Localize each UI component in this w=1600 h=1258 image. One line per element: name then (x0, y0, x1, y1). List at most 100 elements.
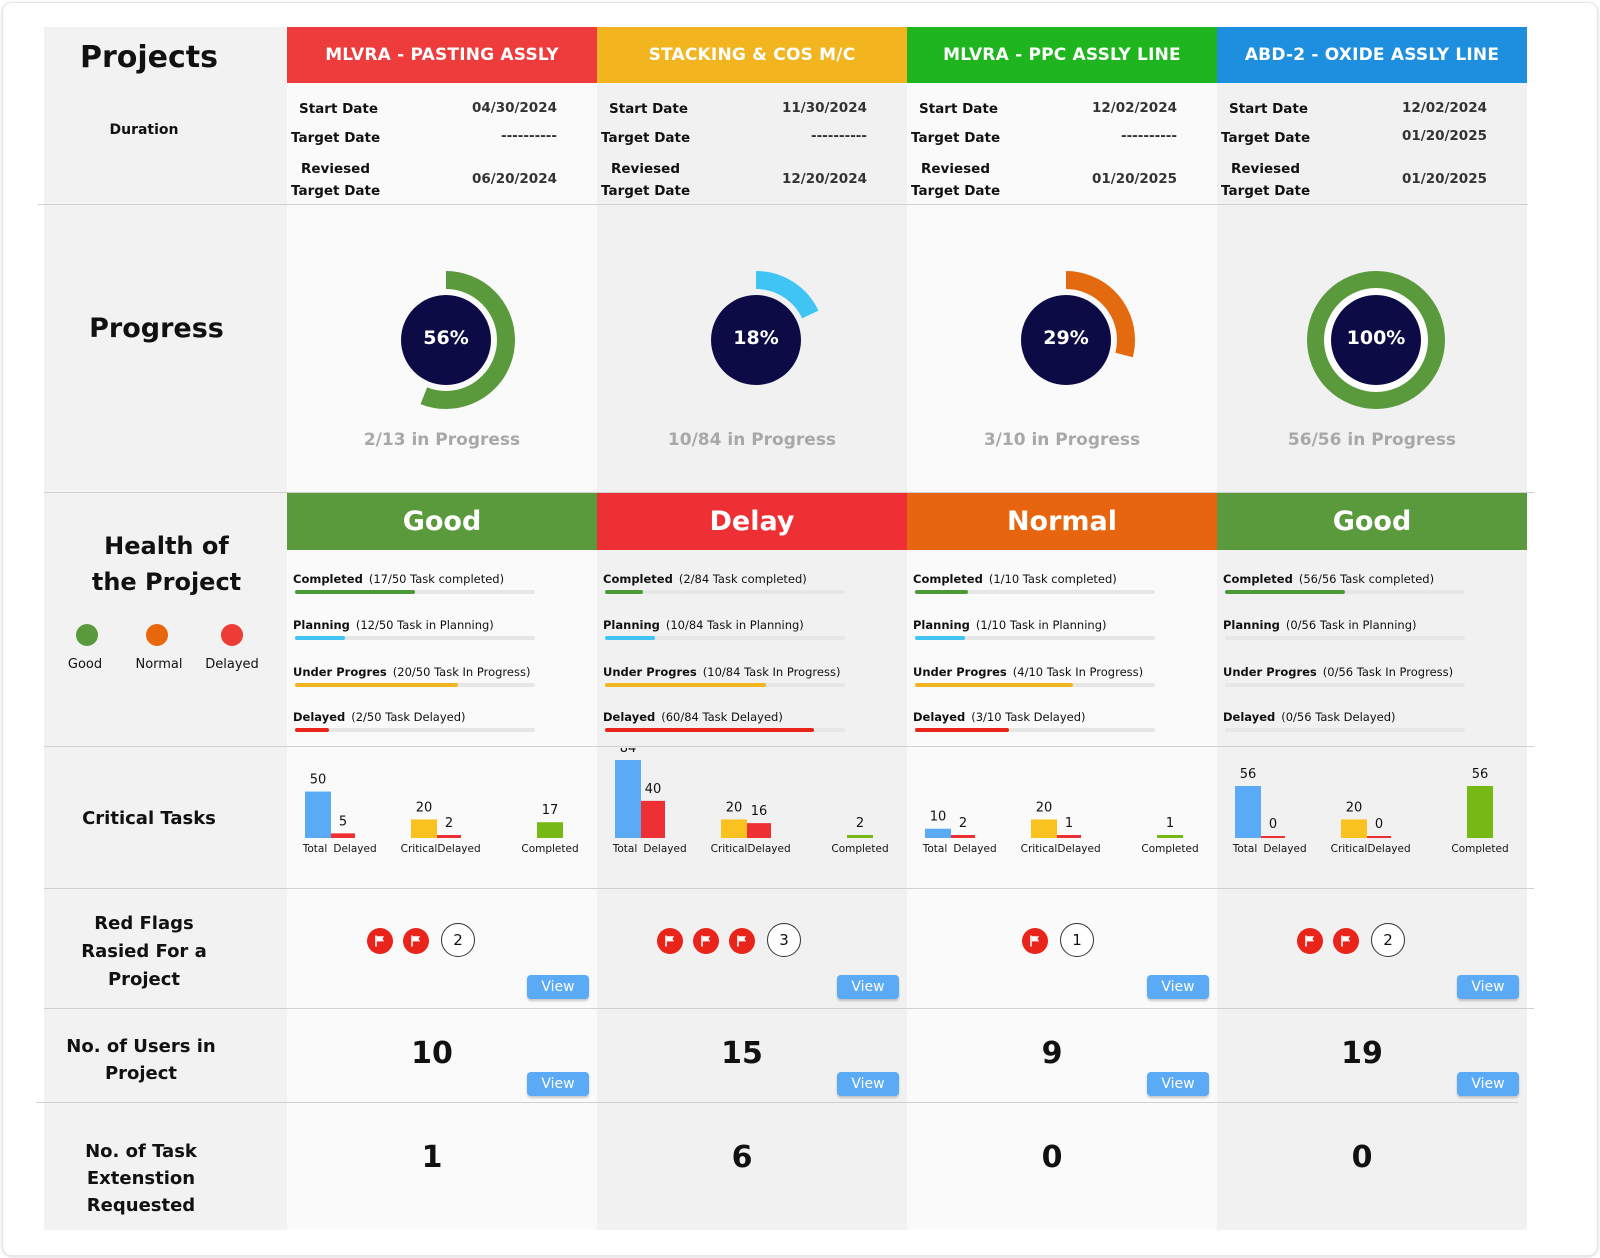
legend-delayed-dot (221, 624, 243, 646)
view-red-flags-button[interactable]: View (527, 975, 589, 999)
health-bar-detail: (17/50 Task completed) (368, 572, 505, 586)
red-flag-icon (693, 928, 719, 954)
extension-label-line1: No. of Task (85, 1141, 197, 1162)
critical-tasks-chart: 50 5 20 2 17 Total Delayed Critical Delayed Compl… (287, 748, 597, 868)
extension-label-line3: Requested (86, 1195, 196, 1216)
xlabel-critical: Critical (1021, 843, 1058, 855)
target-date-label: Target Date (601, 130, 691, 146)
health-bar-track (605, 683, 845, 687)
task-extension-count: 6 (731, 1140, 753, 1175)
bar-completed (537, 822, 563, 838)
separator-flags (44, 1008, 1534, 1009)
health-bar-label: Under Progres (4/10 Task In Progress) (913, 665, 1143, 679)
health-status-banner: Normal (907, 493, 1217, 550)
health-status-banner: Good (287, 493, 597, 550)
extension-label-line2: Extenstion (86, 1168, 196, 1189)
health-bar-detail: (10/84 Task In Progress) (702, 665, 841, 679)
health-label-line1: Health of (104, 532, 229, 560)
health-label-line2: the Project (91, 568, 242, 596)
health-bar-name: Completed (293, 572, 363, 586)
task-extension-count: 0 (1041, 1140, 1063, 1175)
bar-critical (411, 819, 437, 838)
red-flags-label: Red Flags Rasied For a Project (44, 910, 244, 994)
critical-tasks-chart: 56 0 20 0 56 Total Delayed Critical Delayed Compl… (1217, 748, 1527, 868)
users-label-line1: No. of Users in (66, 1036, 216, 1057)
progress-donut: 100% (1301, 265, 1451, 415)
in-progress-text: 2/13 in Progress (363, 430, 521, 450)
red-flag-icon (1333, 928, 1359, 954)
revised-date-value: 01/20/2025 (1401, 171, 1487, 187)
bar-critical (1031, 819, 1057, 838)
bar-total (305, 791, 331, 838)
health-bar-name: Completed (913, 572, 983, 586)
bar-critical-delayed (747, 823, 771, 838)
red-flags-row: 1 (907, 920, 1217, 960)
separator-users (36, 1102, 1518, 1103)
bar-critical-delayed (1367, 836, 1391, 838)
view-red-flags-button[interactable]: View (1457, 975, 1519, 999)
xlabel-total: Total (1232, 843, 1258, 855)
legend-normal-label: Normal (135, 657, 183, 672)
health-bar-planning: Planning (1/10 Task in Planning) (913, 618, 1213, 648)
health-bar-name: Completed (603, 572, 673, 586)
legend-good-label: Good (67, 657, 103, 672)
project-header[interactable]: MLVRA - PASTING ASSLY (287, 27, 597, 83)
view-red-flags-button[interactable]: View (1147, 975, 1209, 999)
health-bar-detail: (1/10 Task in Planning) (975, 618, 1107, 632)
health-bar-label: Under Progres (20/50 Task In Progress) (293, 665, 530, 679)
view-users-button[interactable]: View (1147, 1072, 1209, 1096)
health-bar-completed: Completed (17/50 Task completed) (293, 572, 593, 602)
view-users-button[interactable]: View (527, 1072, 589, 1096)
users-label: No. of Users in Project (44, 1033, 238, 1087)
bar-critical (721, 819, 747, 838)
health-bar-detail: (20/50 Task In Progress) (392, 665, 531, 679)
project-header[interactable]: STACKING & COS M/C (597, 27, 907, 83)
target-date-label: Target Date (291, 130, 381, 146)
view-users-button[interactable]: View (837, 1072, 899, 1096)
red-flag-icon (657, 928, 683, 954)
project-header[interactable]: ABD-2 - OXIDE ASSLY LINE (1217, 27, 1527, 83)
view-users-button[interactable]: View (1457, 1072, 1519, 1096)
health-bar-name: Planning (1223, 618, 1280, 632)
xlabel-critical-delayed: Delayed (747, 843, 790, 855)
legend-delayed-label: Delayed (205, 657, 259, 672)
health-bar-track (915, 590, 1155, 594)
health-bar-name: Delayed (913, 710, 966, 724)
health-bar-track (1225, 590, 1465, 594)
critical-tasks-svg: 56020056Total Delayed Critical Delayed Compl… (1232, 767, 1509, 855)
project-header[interactable]: MLVRA - PPC ASSLY LINE (907, 27, 1217, 83)
start-date-value: 12/02/2024 (1401, 100, 1487, 116)
critical-tasks-chart: 10 2 20 1 1 Total Delayed Critical Delayed Comple… (907, 748, 1217, 868)
health-bar-name: Delayed (293, 710, 346, 724)
bar-total-value: 56 (1240, 767, 1257, 782)
duration-block: Start Date Target Date Reviesed Target Date… (597, 83, 907, 203)
red-flag-count: 2 (1371, 923, 1405, 957)
red-flag-count: 2 (441, 923, 475, 957)
revised-label-line1: Reviesed (301, 161, 370, 177)
health-bar-completed: Completed (1/10 Task completed) (913, 572, 1213, 602)
health-bar-fill (915, 636, 966, 640)
xlabel-delayed: Delayed (1263, 843, 1306, 855)
health-bar-track (605, 636, 845, 640)
bar-total (1235, 786, 1261, 838)
health-bar-fill (1225, 590, 1345, 594)
separator-duration (38, 204, 1528, 205)
revised-label-line2: Target Date (911, 183, 1001, 199)
health-bar-name: Delayed (603, 710, 656, 724)
xlabel-total: Total (302, 843, 328, 855)
task-extension-count: 1 (421, 1140, 443, 1175)
health-bar-track (605, 590, 845, 594)
bar-critical-delayed-value: 1 (1065, 816, 1073, 831)
view-red-flags-button[interactable]: View (837, 975, 899, 999)
health-bar-completed: Completed (56/56 Task completed) (1223, 572, 1523, 602)
users-count: 10 (411, 1036, 453, 1071)
xlabel-critical-delayed: Delayed (1367, 843, 1410, 855)
bar-critical (1341, 819, 1367, 838)
xlabel-critical: Critical (711, 843, 748, 855)
target-date-value: ---------- (810, 128, 867, 144)
bar-total-value: 50 (310, 773, 327, 788)
health-bar-label: Completed (17/50 Task completed) (293, 572, 504, 586)
health-bar-label: Planning (12/50 Task in Planning) (293, 618, 494, 632)
health-bar-fill (605, 636, 656, 640)
users-label-line2: Project (104, 1063, 178, 1084)
